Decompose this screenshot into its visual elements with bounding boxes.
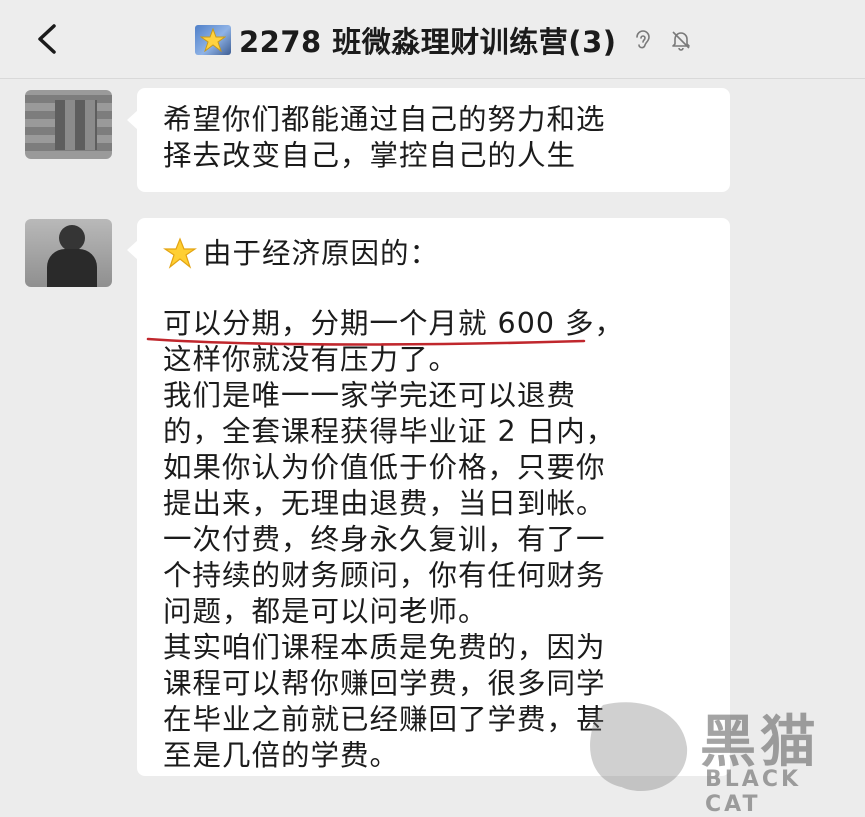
chat-title: 2278 班微淼理财训练营(3) [239, 25, 617, 59]
sender-avatar[interactable] [25, 90, 112, 159]
glowing-star-icon [163, 237, 197, 269]
message-line: 其实咱们课程本质是免费的，因为 [163, 631, 606, 664]
message-lead-line: 由于经济原因的： [163, 236, 704, 272]
ear-icon [635, 30, 650, 49]
message-bubble: 由于经济原因的： 可以分期，分期一个月就 600 多， 这样你就没有压力了。 我… [127, 218, 730, 776]
sender-avatar[interactable] [25, 219, 112, 287]
watermark-text-cn: 黑猫 [700, 710, 820, 775]
message-line: 我们是唯一一家学完还可以退费 [163, 379, 577, 412]
message-line: 问题，都是可以问老师。 [163, 595, 488, 628]
chat-title-group[interactable]: 2278 班微淼理财训练营(3) [195, 18, 693, 62]
message-line: 希望你们都能通过自己的努力和选 [163, 103, 606, 136]
message-line: 择去改变自己，掌控自己的人生 [163, 139, 577, 172]
black-cat-logo-icon [590, 702, 688, 791]
message-line: 提出来，无理由退费，当日到帐。 [163, 487, 606, 520]
chat-header: 2278 班微淼理财训练营(3) [0, 0, 865, 79]
message-lead: 由于经济原因的： [203, 237, 440, 270]
star-icon [200, 28, 226, 52]
message-line: 个持续的财务顾问，你有任何财务 [163, 559, 606, 592]
watermark-text-en: BLACK CAT [705, 767, 802, 817]
watermark-logo: 黑猫 BLACK CAT [585, 695, 865, 817]
message-line: 如果你认为价值低于价格，只要你 [163, 451, 606, 484]
group-avatar [195, 25, 231, 55]
chevron-left-icon[interactable] [28, 18, 68, 60]
message-line: 的，全套课程获得毕业证 2 日内， [163, 415, 616, 448]
message-line: 一次付费，终身永久复训，有了一 [163, 523, 606, 556]
message-bubble: 希望你们都能通过自己的努力和选 择去改变自己，掌控自己的人生 [127, 88, 730, 192]
bell-muted-icon [671, 31, 690, 51]
red-underline-annotation [146, 337, 586, 346]
